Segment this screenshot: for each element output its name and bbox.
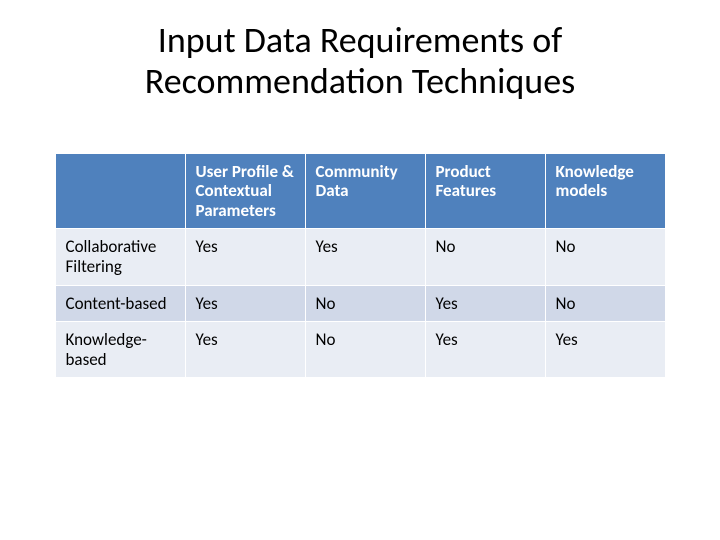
cell: Yes: [425, 322, 545, 378]
page-title: Input Data Requirements of Recommendatio…: [40, 20, 680, 103]
col-header: Product Features: [425, 153, 545, 229]
table-row: Content-based Yes No Yes No: [55, 285, 665, 322]
table-row: Collaborative Filtering Yes Yes No No: [55, 229, 665, 285]
cell: No: [305, 285, 425, 322]
row-label: Knowledge-based: [55, 322, 185, 378]
cell: Yes: [185, 322, 305, 378]
table-header-row: User Profile & Contextual Parameters Com…: [55, 153, 665, 229]
col-header: Knowledge models: [545, 153, 665, 229]
table-row: Knowledge-based Yes No Yes Yes: [55, 322, 665, 378]
header-blank: [55, 153, 185, 229]
cell: Yes: [425, 285, 545, 322]
cell: Yes: [545, 322, 665, 378]
cell: No: [545, 229, 665, 285]
slide: Input Data Requirements of Recommendatio…: [0, 0, 720, 540]
col-header: User Profile & Contextual Parameters: [185, 153, 305, 229]
cell: No: [425, 229, 545, 285]
row-label: Collaborative Filtering: [55, 229, 185, 285]
row-label: Content-based: [55, 285, 185, 322]
cell: Yes: [185, 229, 305, 285]
requirements-table: User Profile & Contextual Parameters Com…: [55, 153, 666, 378]
cell: Yes: [185, 285, 305, 322]
cell: Yes: [305, 229, 425, 285]
col-header: Community Data: [305, 153, 425, 229]
cell: No: [545, 285, 665, 322]
cell: No: [305, 322, 425, 378]
